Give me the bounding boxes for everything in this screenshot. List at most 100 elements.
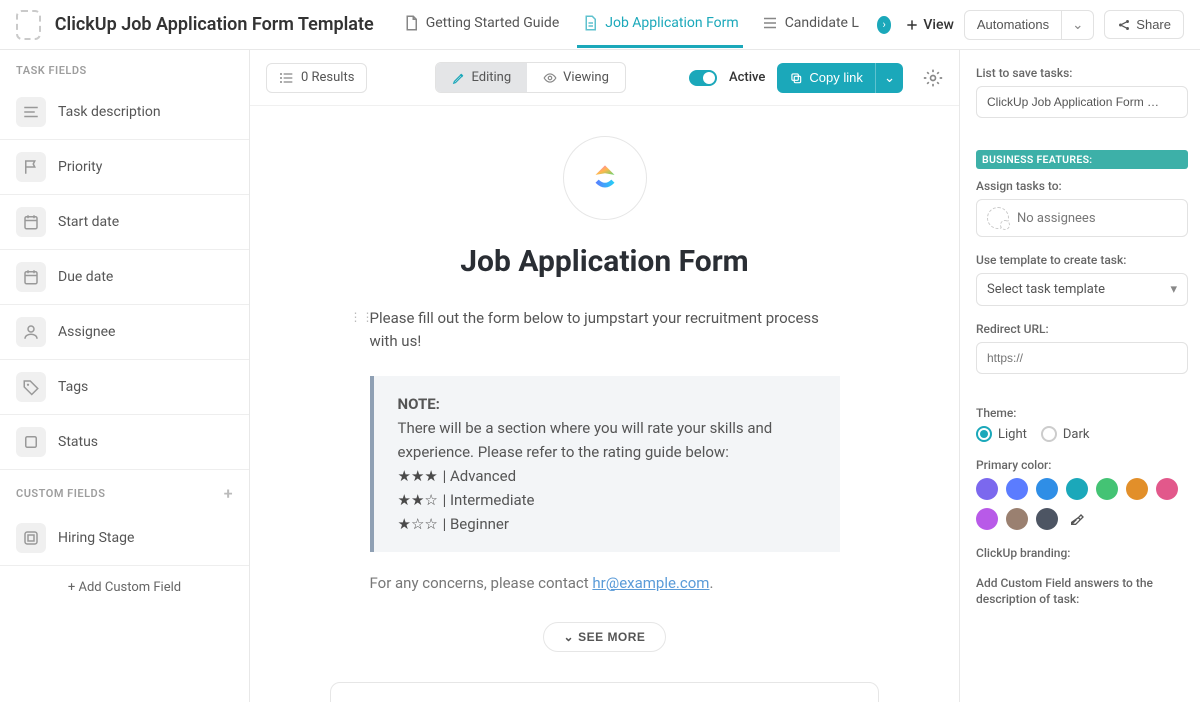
plus-icon xyxy=(905,18,919,32)
viewing-tab[interactable]: Viewing xyxy=(527,63,625,92)
tag-icon xyxy=(16,372,46,402)
editing-tab[interactable]: Editing xyxy=(436,63,528,92)
tab-candidate-list[interactable]: Candidate L xyxy=(757,1,863,48)
edit-view-toggle: Editing Viewing xyxy=(435,62,626,93)
theme-light-radio[interactable]: Light xyxy=(976,426,1027,442)
clickup-logo-icon xyxy=(586,159,624,197)
settings-gear-icon[interactable] xyxy=(923,68,943,88)
rating-intermediate: ★★☆ | Intermediate xyxy=(398,488,816,512)
field-label: Priority xyxy=(58,159,102,175)
color-swatch[interactable] xyxy=(1006,508,1028,530)
form-logo[interactable] xyxy=(563,136,647,220)
primary-color-grid xyxy=(976,478,1188,530)
tab-getting-started[interactable]: Getting Started Guide xyxy=(398,1,564,48)
chevron-down-icon: ▾ xyxy=(1170,282,1177,297)
assignee-avatar-icon xyxy=(987,207,1009,229)
color-swatch[interactable] xyxy=(1126,478,1148,500)
active-toggle[interactable] xyxy=(689,70,717,86)
view-label: View xyxy=(923,17,954,33)
contact-prefix: For any concerns, please contact xyxy=(370,574,593,592)
color-swatch[interactable] xyxy=(1006,478,1028,500)
field-label: Status xyxy=(58,434,98,450)
branding-label: ClickUp branding: xyxy=(976,546,1188,560)
center-toolbar: 0 Results Editing Viewing Active Copy xyxy=(250,50,959,106)
list-icon xyxy=(761,14,779,32)
field-label: Tags xyxy=(58,379,88,395)
copy-link-dropdown[interactable]: ⌄ xyxy=(875,63,903,93)
task-template-select[interactable]: Select task template ▾ xyxy=(976,273,1188,306)
share-label: Share xyxy=(1136,17,1171,32)
field-assignee[interactable]: Assignee xyxy=(0,305,249,360)
list-to-save-input[interactable] xyxy=(976,86,1188,118)
theme-label: Theme: xyxy=(976,406,1188,420)
add-custom-field-button[interactable]: + Add Custom Field xyxy=(0,566,249,609)
custom-fields-header: CUSTOM FIELDS + xyxy=(0,470,249,511)
color-swatch[interactable] xyxy=(976,508,998,530)
field-label: Hiring Stage xyxy=(58,530,134,546)
viewing-label: Viewing xyxy=(563,70,609,85)
editing-label: Editing xyxy=(472,70,512,85)
field-priority[interactable]: Priority xyxy=(0,140,249,195)
color-swatch[interactable] xyxy=(1096,478,1118,500)
form-title[interactable]: Job Application Form xyxy=(330,244,879,279)
tab-overflow-arrow-icon[interactable]: › xyxy=(877,16,891,34)
primary-color-label: Primary color: xyxy=(976,458,1188,472)
use-template-label: Use template to create task: xyxy=(976,253,1188,267)
assignee-picker[interactable]: No assignees xyxy=(976,199,1188,237)
copy-link-label: Copy link xyxy=(809,70,862,85)
eyedropper-icon[interactable] xyxy=(1066,508,1088,530)
top-bar: ClickUp Job Application Form Template Ge… xyxy=(0,0,1200,50)
note-box[interactable]: NOTE: There will be a section where you … xyxy=(370,376,840,552)
tab-label: Getting Started Guide xyxy=(426,15,560,31)
person-icon xyxy=(16,317,46,347)
results-label: 0 Results xyxy=(301,70,354,85)
form-icon xyxy=(581,14,599,32)
redirect-url-input[interactable] xyxy=(976,342,1188,374)
share-button[interactable]: Share xyxy=(1104,10,1184,39)
stage-icon xyxy=(16,523,46,553)
form-intro[interactable]: ⋮⋮ Please fill out the form below to jum… xyxy=(370,307,840,354)
color-swatch[interactable] xyxy=(1156,478,1178,500)
drag-handle-icon[interactable]: ⋮⋮ xyxy=(350,311,374,323)
list-to-save-label: List to save tasks: xyxy=(976,66,1188,80)
see-more-button[interactable]: ⌄ SEE MORE xyxy=(543,622,667,652)
field-tags[interactable]: Tags xyxy=(0,360,249,415)
contact-suffix: . xyxy=(709,574,713,592)
active-label: Active xyxy=(729,70,765,85)
copy-link-button[interactable]: Copy link xyxy=(777,63,874,93)
app-title: ClickUp Job Application Form Template xyxy=(55,14,374,35)
contact-email-link[interactable]: hr@example.com xyxy=(592,574,709,592)
no-assignees-label: No assignees xyxy=(1017,211,1096,226)
field-start-date[interactable]: Start date xyxy=(0,195,249,250)
automations-dropdown-button[interactable]: ⌄ xyxy=(1062,10,1094,40)
radio-unselected-icon xyxy=(1041,426,1057,442)
color-swatch[interactable] xyxy=(1066,478,1088,500)
share-icon xyxy=(1117,18,1131,32)
field-due-date[interactable]: Due date xyxy=(0,250,249,305)
add-custom-field-icon[interactable]: + xyxy=(224,484,233,503)
contact-line[interactable]: For any concerns, please contact hr@exam… xyxy=(370,574,840,592)
form-body: Job Application Form ⋮⋮ Please fill out … xyxy=(250,106,959,702)
tab-job-application-form[interactable]: Job Application Form xyxy=(577,1,742,48)
doc-icon xyxy=(402,14,420,32)
field-label: Assignee xyxy=(58,324,115,340)
text-lines-icon xyxy=(16,97,46,127)
calendar-icon xyxy=(16,262,46,292)
chevron-down-icon: ⌄ xyxy=(564,630,575,644)
add-view-button[interactable]: View xyxy=(905,17,954,33)
color-swatch[interactable] xyxy=(1036,508,1058,530)
color-swatch[interactable] xyxy=(976,478,998,500)
field-hiring-stage[interactable]: Hiring Stage xyxy=(0,511,249,566)
square-icon xyxy=(16,427,46,457)
task-fields-header: TASK FIELDS xyxy=(0,50,249,85)
question-card[interactable] xyxy=(330,682,879,702)
theme-dark-radio[interactable]: Dark xyxy=(1041,426,1090,442)
note-label: NOTE: xyxy=(398,395,440,413)
color-swatch[interactable] xyxy=(1036,478,1058,500)
list-icon xyxy=(279,70,295,86)
results-button[interactable]: 0 Results xyxy=(266,63,367,93)
field-task-description[interactable]: Task description xyxy=(0,85,249,140)
automations-button[interactable]: Automations xyxy=(964,10,1062,40)
copy-icon xyxy=(789,71,803,85)
field-status[interactable]: Status xyxy=(0,415,249,470)
